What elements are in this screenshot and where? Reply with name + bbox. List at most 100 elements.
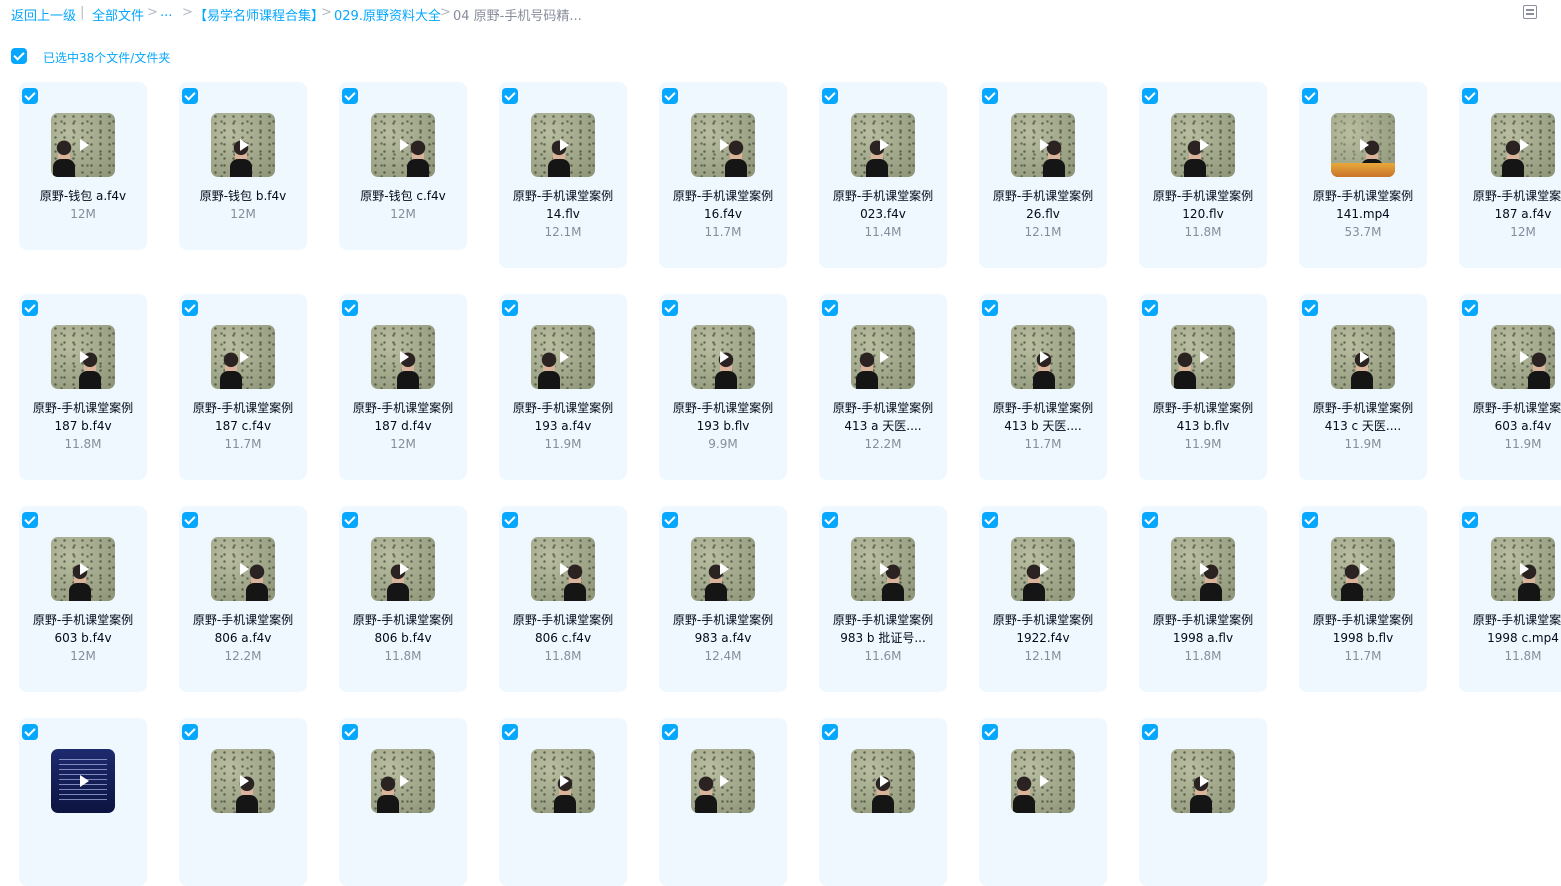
file-checkbox[interactable] [502,724,518,740]
file-checkbox[interactable] [1142,88,1158,104]
file-card[interactable]: 原野-手机课堂案例 413 b.flv 11.9M [1139,294,1267,480]
file-name-line: 原野-手机课堂案例 [1312,401,1414,415]
file-checkbox[interactable] [1302,88,1318,104]
file-card[interactable]: 原野-手机课堂案例 1998 a.flv 11.8M [1139,506,1267,692]
file-card[interactable]: 原野-手机课堂案例 187 d.f4v 12M [339,294,467,480]
file-card[interactable]: 原野-手机课堂案例 187 b.f4v 11.8M [19,294,147,480]
file-checkbox[interactable] [1462,88,1478,104]
file-card[interactable] [979,718,1107,886]
file-checkbox[interactable] [982,512,998,528]
video-thumbnail [51,537,115,601]
file-checkbox[interactable] [1462,300,1478,316]
file-checkbox[interactable] [1142,512,1158,528]
file-checkbox[interactable] [822,512,838,528]
file-checkbox[interactable] [662,724,678,740]
file-checkbox[interactable] [1142,300,1158,316]
file-size: 11.7M [704,225,742,239]
file-card[interactable] [339,718,467,886]
file-card[interactable] [1139,718,1267,886]
video-thumbnail [51,749,115,813]
file-size: 9.9M [708,437,738,451]
video-thumbnail [1491,537,1555,601]
file-card[interactable]: 原野-手机课堂案例 187 a.f4v 12M [1459,82,1561,268]
file-checkbox[interactable] [822,300,838,316]
file-name-line: 187 b.f4v [54,419,112,433]
file-card[interactable]: 原野-手机课堂案例 1998 c.mp4 11.8M [1459,506,1561,692]
file-name-line: 原野-手机课堂案例 [1152,189,1254,203]
file-checkbox[interactable] [22,88,38,104]
file-card[interactable]: 原野-手机课堂案例 141.mp4 53.7M [1299,82,1427,268]
file-card[interactable]: 原野-手机课堂案例 1922.f4v 12.1M [979,506,1107,692]
file-checkbox[interactable] [1302,300,1318,316]
file-card[interactable]: 原野-钱包 b.f4v 12M [179,82,307,250]
video-thumbnail [1011,537,1075,601]
file-checkbox[interactable] [182,512,198,528]
file-card[interactable]: 原野-手机课堂案例 983 b 批证号... 11.6M [819,506,947,692]
file-card[interactable] [179,718,307,886]
file-card[interactable]: 原野-手机课堂案例 413 c 天医.... 11.9M [1299,294,1427,480]
file-card[interactable]: 原野-手机课堂案例 120.flv 11.8M [1139,82,1267,268]
file-name-line: 1998 c.mp4 [1487,631,1559,645]
file-card[interactable]: 原野-手机课堂案例 603 a.f4v 11.9M [1459,294,1561,480]
file-name-line: 193 b.flv [696,419,750,433]
file-checkbox[interactable] [1302,512,1318,528]
file-checkbox[interactable] [182,724,198,740]
video-thumbnail [851,113,915,177]
file-checkbox[interactable] [502,88,518,104]
file-checkbox[interactable] [22,300,38,316]
play-icon [77,775,89,787]
play-icon [877,139,889,151]
file-card[interactable] [499,718,627,886]
file-checkbox[interactable] [22,512,38,528]
play-icon [717,563,729,575]
file-checkbox[interactable] [982,88,998,104]
file-checkbox[interactable] [502,512,518,528]
file-card[interactable]: 原野-手机课堂案例 413 a 天医.... 12.2M [819,294,947,480]
file-checkbox[interactable] [982,300,998,316]
file-card[interactable]: 原野-手机课堂案例 26.flv 12.1M [979,82,1107,268]
play-icon [717,351,729,363]
play-icon [1357,563,1369,575]
file-checkbox[interactable] [822,88,838,104]
file-name-line: 193 a.f4v [534,419,592,433]
file-checkbox[interactable] [982,724,998,740]
file-checkbox[interactable] [22,724,38,740]
file-card[interactable]: 原野-手机课堂案例 187 c.f4v 11.7M [179,294,307,480]
file-checkbox[interactable] [1142,724,1158,740]
file-card[interactable] [819,718,947,886]
file-card[interactable] [659,718,787,886]
file-checkbox[interactable] [662,512,678,528]
file-checkbox[interactable] [342,300,358,316]
file-card[interactable]: 原野-钱包 c.f4v 12M [339,82,467,250]
file-checkbox[interactable] [182,88,198,104]
file-card[interactable]: 原野-手机课堂案例 413 b 天医.... 11.7M [979,294,1107,480]
file-card[interactable]: 原野-手机课堂案例 1998 b.flv 11.7M [1299,506,1427,692]
file-card[interactable]: 原野-手机课堂案例 806 a.f4v 12.2M [179,506,307,692]
file-checkbox[interactable] [662,88,678,104]
file-name-line: 原野-手机课堂案例 [1472,613,1561,627]
file-checkbox[interactable] [1462,512,1478,528]
file-card[interactable]: 原野-手机课堂案例 806 b.f4v 11.8M [339,506,467,692]
file-checkbox[interactable] [662,300,678,316]
file-card[interactable]: 原野-手机课堂案例 806 c.f4v 11.8M [499,506,627,692]
file-card[interactable]: 原野-手机课堂案例 603 b.f4v 12M [19,506,147,692]
file-checkbox[interactable] [182,300,198,316]
file-card[interactable] [19,718,147,886]
file-card[interactable]: 原野-手机课堂案例 983 a.f4v 12.4M [659,506,787,692]
file-card[interactable]: 原野-手机课堂案例 14.flv 12.1M [499,82,627,268]
file-name: 原野-手机课堂案例 120.flv [1139,187,1267,223]
file-checkbox[interactable] [502,300,518,316]
play-icon [1037,139,1049,151]
play-icon [557,139,569,151]
file-card[interactable]: 原野-钱包 a.f4v 12M [19,82,147,250]
file-card[interactable]: 原野-手机课堂案例 193 b.flv 9.9M [659,294,787,480]
file-checkbox[interactable] [342,88,358,104]
file-card[interactable]: 原野-手机课堂案例 023.f4v 11.4M [819,82,947,268]
file-card[interactable]: 原野-手机课堂案例 193 a.f4v 11.9M [499,294,627,480]
file-card[interactable]: 原野-手机课堂案例 16.f4v 11.7M [659,82,787,268]
file-checkbox[interactable] [822,724,838,740]
file-checkbox[interactable] [342,724,358,740]
play-icon [1197,775,1209,787]
file-checkbox[interactable] [342,512,358,528]
file-name: 原野-手机课堂案例 983 a.f4v [659,611,787,647]
